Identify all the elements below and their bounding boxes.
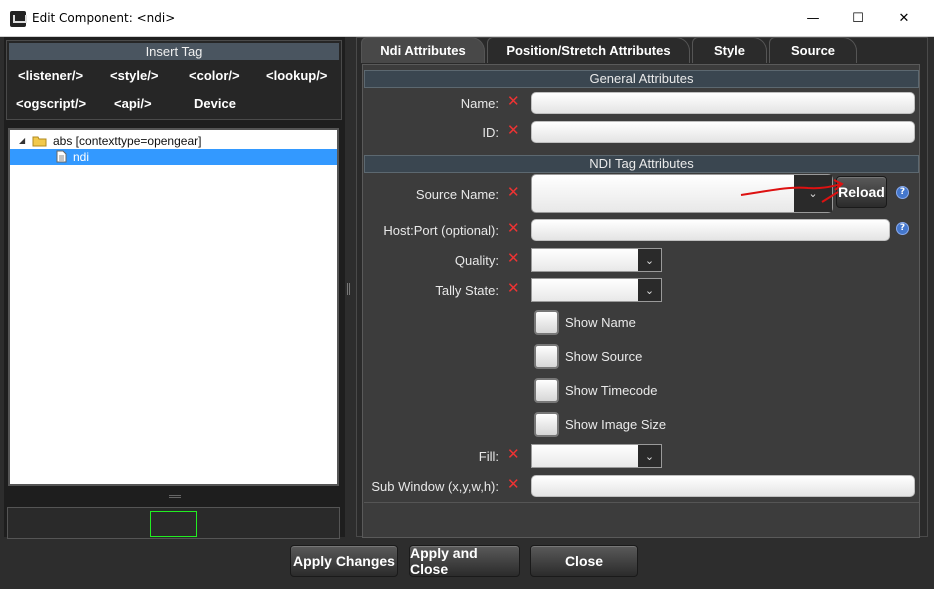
clear-source-name-icon[interactable]: ✕ bbox=[507, 183, 520, 201]
name-label: Name: bbox=[460, 96, 499, 111]
ndi-tag-attributes-header: NDI Tag Attributes bbox=[364, 155, 919, 173]
tree-node-ndi[interactable]: ndi bbox=[10, 149, 337, 165]
apply-and-close-button[interactable]: Apply and Close bbox=[409, 545, 520, 577]
insert-tag-header: Insert Tag bbox=[9, 43, 339, 60]
window-title: Edit Component: <ndi> bbox=[32, 11, 176, 25]
annotation-arrow bbox=[740, 179, 844, 203]
clear-sub-window-icon[interactable]: ✕ bbox=[507, 475, 520, 493]
insert-color-button[interactable]: <color/> bbox=[189, 68, 240, 83]
tab-position-stretch[interactable]: Position/Stretch Attributes bbox=[487, 37, 690, 63]
clear-tally-state-icon[interactable]: ✕ bbox=[507, 279, 520, 297]
show-name-label: Show Name bbox=[565, 315, 636, 330]
file-icon bbox=[56, 150, 67, 163]
maximize-button[interactable]: ☐ bbox=[835, 0, 881, 37]
clear-id-icon[interactable]: ✕ bbox=[507, 121, 520, 139]
id-label: ID: bbox=[482, 125, 499, 140]
help-icon[interactable]: ? bbox=[896, 186, 909, 199]
folder-open-icon bbox=[32, 136, 47, 147]
close-icon: ✕ bbox=[898, 11, 910, 26]
minimize-icon: — bbox=[806, 11, 820, 26]
sub-window-field[interactable] bbox=[531, 475, 915, 497]
id-field[interactable] bbox=[531, 121, 915, 143]
preview-viewport[interactable] bbox=[150, 511, 197, 537]
insert-ogscript-button[interactable]: <ogscript/> bbox=[16, 96, 86, 111]
app-icon bbox=[10, 11, 27, 27]
chevron-down-icon[interactable]: ⌄ bbox=[638, 445, 661, 467]
show-source-label: Show Source bbox=[565, 349, 643, 364]
help-icon[interactable]: ? bbox=[896, 222, 909, 235]
clear-host-port-icon[interactable]: ✕ bbox=[507, 219, 520, 237]
splitter-handle[interactable] bbox=[4, 490, 345, 502]
quality-dropdown[interactable]: ⌄ bbox=[531, 248, 662, 272]
close-window-button[interactable]: ✕ bbox=[881, 0, 927, 37]
apply-changes-button[interactable]: Apply Changes bbox=[290, 545, 398, 577]
maximize-icon: ☐ bbox=[852, 11, 864, 26]
clear-fill-icon[interactable]: ✕ bbox=[507, 445, 520, 463]
fill-dropdown[interactable]: ⌄ bbox=[531, 444, 662, 468]
chevron-down-icon[interactable]: ⌄ bbox=[638, 279, 661, 301]
fill-label: Fill: bbox=[478, 449, 499, 464]
host-port-label: Host:Port (optional): bbox=[383, 223, 499, 238]
tab-style[interactable]: Style bbox=[692, 37, 767, 63]
tree-node-label: abs [contexttype=opengear] bbox=[53, 134, 202, 148]
source-name-label: Source Name: bbox=[415, 187, 499, 202]
insert-listener-button[interactable]: <listener/> bbox=[18, 68, 83, 83]
insert-api-button[interactable]: <api/> bbox=[114, 96, 152, 111]
host-port-field[interactable] bbox=[531, 219, 890, 241]
close-button[interactable]: Close bbox=[530, 545, 638, 577]
chevron-down-icon[interactable]: ⌄ bbox=[638, 249, 661, 271]
insert-lookup-button[interactable]: <lookup/> bbox=[266, 68, 327, 83]
show-image-size-checkbox[interactable] bbox=[534, 412, 559, 437]
divider bbox=[364, 502, 919, 503]
sub-window-label: Sub Window (x,y,w,h): bbox=[371, 479, 499, 494]
expand-arrow-icon[interactable]: ◢ bbox=[19, 136, 25, 145]
minimize-button[interactable]: — bbox=[790, 0, 836, 37]
tree-node-abs[interactable]: ◢ abs [contexttype=opengear] bbox=[10, 134, 337, 149]
tab-source[interactable]: Source bbox=[769, 37, 857, 63]
tally-state-label: Tally State: bbox=[435, 283, 499, 298]
insert-style-button[interactable]: <style/> bbox=[110, 68, 158, 83]
component-tree[interactable] bbox=[8, 128, 339, 486]
insert-device-button[interactable]: Device bbox=[194, 96, 236, 111]
tree-node-label: ndi bbox=[73, 150, 90, 164]
clear-quality-icon[interactable]: ✕ bbox=[507, 249, 520, 267]
show-name-checkbox[interactable] bbox=[534, 310, 559, 335]
show-image-size-label: Show Image Size bbox=[565, 417, 667, 432]
general-attributes-header: General Attributes bbox=[364, 70, 919, 88]
quality-label: Quality: bbox=[454, 253, 499, 268]
show-source-checkbox[interactable] bbox=[534, 344, 559, 369]
show-timecode-checkbox[interactable] bbox=[534, 378, 559, 403]
tally-state-dropdown[interactable]: ⌄ bbox=[531, 278, 662, 302]
vertical-splitter[interactable] bbox=[347, 283, 350, 295]
clear-name-icon[interactable]: ✕ bbox=[507, 92, 520, 110]
show-timecode-label: Show Timecode bbox=[565, 383, 658, 398]
name-field[interactable] bbox=[531, 92, 915, 114]
tab-ndi-attributes[interactable]: Ndi Attributes bbox=[361, 37, 485, 63]
